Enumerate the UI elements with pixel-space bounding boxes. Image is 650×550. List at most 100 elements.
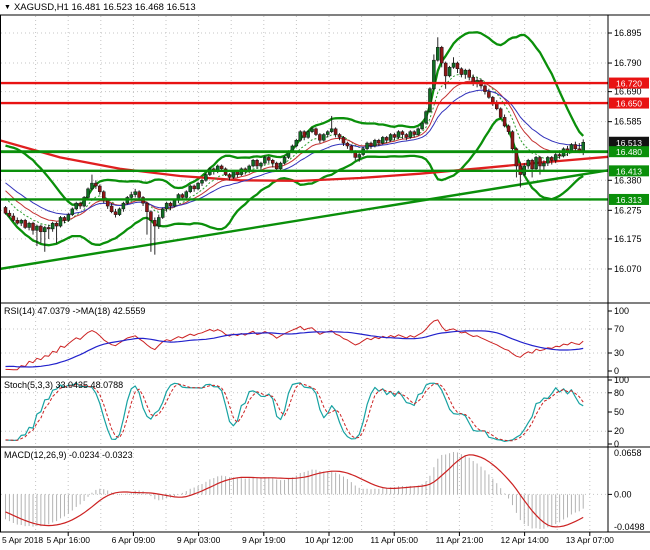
candle-body [498,108,503,118]
candle-body [227,174,232,178]
candle-body [98,185,102,192]
candle-body [526,160,530,167]
rsi-tick-label: 100 [614,306,629,316]
candle-body [278,162,283,170]
symbol-name: XAGUSD,H1 [13,2,69,13]
candle-body [412,131,416,135]
candle-body [436,47,440,61]
stoch-d-line [5,383,584,442]
price-tick-label: 16.380 [614,175,642,185]
candle-body [274,162,279,170]
candle-body [384,137,389,141]
candle-body [294,140,299,147]
stoch-tick-label: 20 [614,426,624,436]
price-badge-label: 16.720 [616,79,642,89]
candle-body [255,160,259,167]
candle-body [416,128,420,135]
stoch-tick-label: 50 [614,407,624,417]
candle-body [200,180,204,184]
candle-body [400,131,405,135]
chart-canvas[interactable]: 16.89516.79016.69016.58516.38016.27516.1… [0,0,650,550]
time-axis-label: 11 Apr 21:00 [436,535,484,545]
price-badge-label: 16.650 [616,99,642,109]
candle-body [428,88,432,112]
time-axis-label: 6 Apr 09:00 [112,535,156,545]
price-tick-label: 16.585 [614,117,642,127]
rsi-tick-label: 70 [614,324,624,334]
stoch-tick-label: 80 [614,388,624,398]
candle-body [11,215,16,221]
candle-body [573,144,578,150]
candle-body [282,157,287,164]
candle-body [70,208,75,215]
candle-body [251,160,255,167]
candle-body [534,157,538,170]
candle-body [322,134,326,141]
candle-body [381,137,385,144]
stoch-panel-title: Stoch(5,3,3) 33.0435 48.0788 [4,380,124,390]
candle-body [337,134,342,138]
candle-body [133,191,137,195]
candle-body [94,182,98,187]
candle-body [455,62,460,69]
macd-tick-label: 0.0658 [614,448,642,458]
candle-body [424,111,428,124]
symbol-title: ▼ XAGUSD,H1 16.481 16.523 16.468 16.513 [4,2,196,13]
candle-body [129,194,134,198]
candle-body [172,200,177,207]
candle-body [420,122,424,130]
price-badge-label: 16.480 [616,147,642,157]
rsi-line [5,319,584,371]
candle-body [157,217,161,227]
candle-body [3,207,8,214]
candle-body [78,202,82,207]
candle-body [447,67,452,77]
candle-body [483,85,487,92]
price-tick-label: 16.070 [614,264,642,274]
candle-body [432,59,436,90]
candle-body [302,131,306,138]
candle-body [27,222,31,228]
time-axis-label: 13 Apr 07:00 [566,535,614,545]
candle-body [235,171,240,175]
symbol-dropdown-icon[interactable]: ▼ [4,4,11,11]
candle-body [109,205,114,212]
candle-body [345,142,350,147]
candle-body [451,62,456,68]
candle-body [43,227,47,233]
rsi-ma-line [5,330,584,368]
candle-body [557,154,562,157]
candle-body [326,131,330,135]
symbol-ohlc: 16.481 16.523 16.468 16.513 [71,2,196,13]
candle-body [90,182,94,190]
price-badge-label: 16.313 [616,195,642,205]
time-axis-label: 11 Apr 05:00 [370,535,418,545]
candle-body [392,134,397,138]
candle-body [365,142,369,150]
candle-body [463,69,468,75]
time-axis-label: 5 Apr 16:00 [46,535,90,545]
candle-body [188,185,192,192]
candle-body [298,131,302,141]
candle-body [180,194,185,198]
candle-body [404,134,409,138]
candle-body [145,202,149,212]
candle-body [192,185,196,190]
candle-body [530,160,534,170]
candle-body [46,227,51,230]
macd-tick-label: 0.00 [614,489,632,499]
candle-body [267,157,271,161]
candle-body [164,202,169,210]
time-axis-label: 9 Apr 19:00 [242,535,286,545]
candle-body [502,117,507,127]
candle-body [310,128,314,132]
candle-body [333,128,338,135]
candle-body [538,157,542,167]
candle-body [121,202,126,210]
candle-body [443,62,448,77]
candle-body [113,211,118,215]
candle-body [160,208,165,218]
candle-body [31,222,35,231]
time-axis-label: 10 Apr 12:00 [305,535,353,545]
candle-body [459,68,464,75]
